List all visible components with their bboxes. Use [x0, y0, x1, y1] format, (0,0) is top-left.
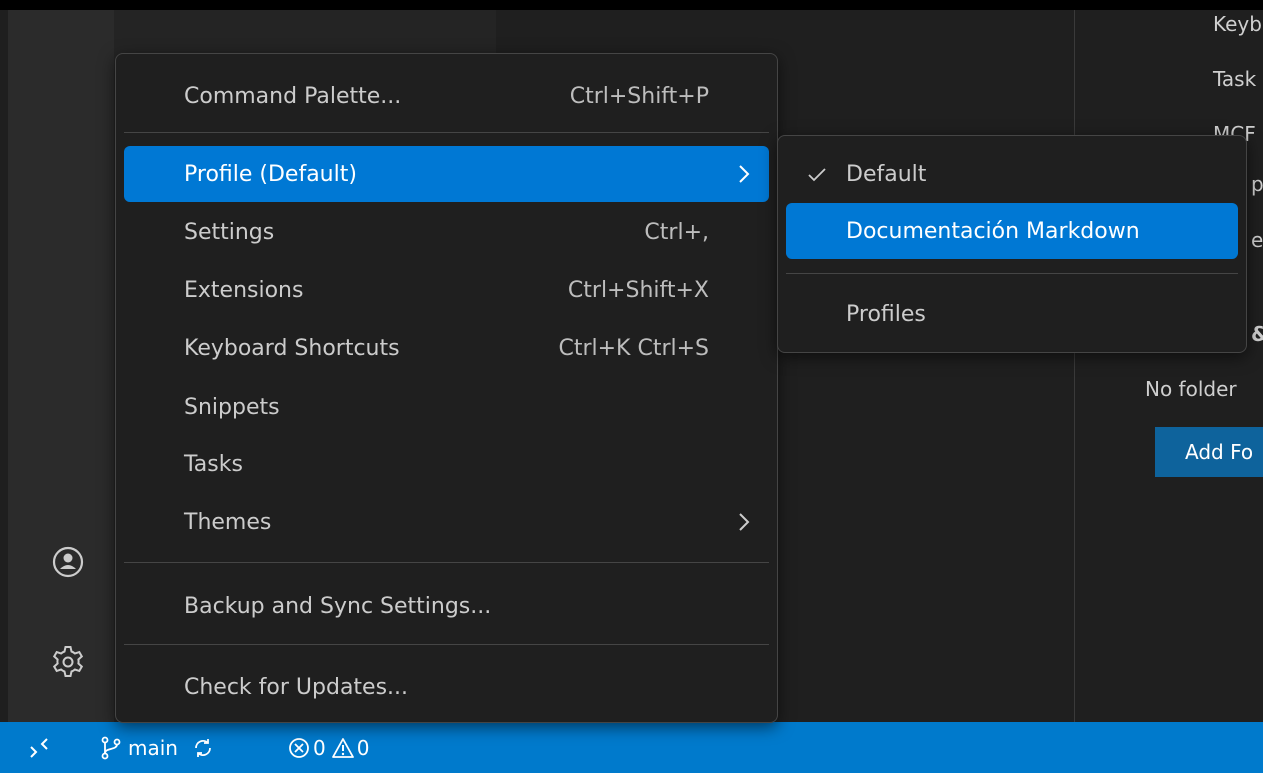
error-icon: [289, 737, 309, 758]
welcome-pane: Keyb Task MCF p e & No folder Add Fo: [1074, 10, 1263, 722]
menu-item-settings[interactable]: Settings Ctrl+,: [124, 204, 769, 260]
menu-item-extensions[interactable]: Extensions Ctrl+Shift+X: [124, 262, 769, 318]
menu-item-themes[interactable]: Themes: [124, 494, 769, 550]
menu-separator: [124, 132, 769, 133]
menu-item-snippets[interactable]: Snippets: [124, 379, 769, 435]
error-count: 0: [313, 735, 326, 760]
welcome-text-fragment: p: [1251, 172, 1263, 196]
warning-icon: [331, 737, 354, 758]
menu-separator: [124, 562, 769, 563]
remote-indicator[interactable]: [28, 722, 50, 773]
accounts-icon[interactable]: [46, 540, 90, 584]
menu-item-keyboard-shortcuts[interactable]: Keyboard Shortcuts Ctrl+K Ctrl+S: [124, 320, 769, 376]
welcome-link-keyboard[interactable]: Keyb: [1213, 12, 1262, 36]
menu-item-profile[interactable]: Profile (Default): [124, 146, 769, 202]
manage-menu: Command Palette... Ctrl+Shift+P Profile …: [115, 53, 778, 723]
gear-icon[interactable]: [46, 640, 90, 684]
welcome-link-tasks[interactable]: Task: [1213, 67, 1256, 91]
submenu-item-profiles[interactable]: Profiles: [786, 286, 1238, 342]
vscode-window: Keyb Task MCF p e & No folder Add Fo: [0, 0, 1263, 773]
chevron-right-icon: [739, 513, 750, 531]
chevron-right-icon: [739, 165, 750, 183]
submenu-item-default[interactable]: Default: [786, 146, 1238, 202]
menu-separator: [124, 644, 769, 645]
branch-name: main: [128, 735, 178, 760]
status-bar: main 0 0: [0, 722, 1263, 773]
top-edge: [0, 0, 1263, 10]
menu-item-check-updates[interactable]: Check for Updates...: [124, 659, 769, 715]
git-branch-icon: [101, 736, 121, 759]
problems-indicator[interactable]: 0 0: [288, 722, 369, 773]
branch-indicator[interactable]: main: [100, 722, 214, 773]
profile-submenu: Default Documentación Markdown Profiles: [777, 135, 1247, 353]
menu-item-command-palette[interactable]: Command Palette... Ctrl+Shift+P: [124, 68, 769, 124]
check-icon: [808, 168, 826, 182]
no-folder-text: No folder: [1145, 377, 1237, 401]
sync-icon[interactable]: [192, 737, 214, 759]
warning-count: 0: [356, 735, 370, 760]
activity-bar: [8, 10, 114, 722]
add-folder-button[interactable]: Add Fo: [1155, 427, 1263, 477]
remote-icon: [30, 737, 48, 758]
menu-item-backup-sync[interactable]: Backup and Sync Settings...: [124, 578, 769, 634]
welcome-text-fragment: e: [1251, 228, 1263, 252]
menu-separator: [786, 273, 1238, 274]
submenu-item-documentacion-markdown[interactable]: Documentación Markdown: [786, 203, 1238, 259]
welcome-heading-fragment: &: [1251, 322, 1263, 346]
menu-item-tasks[interactable]: Tasks: [124, 436, 769, 492]
